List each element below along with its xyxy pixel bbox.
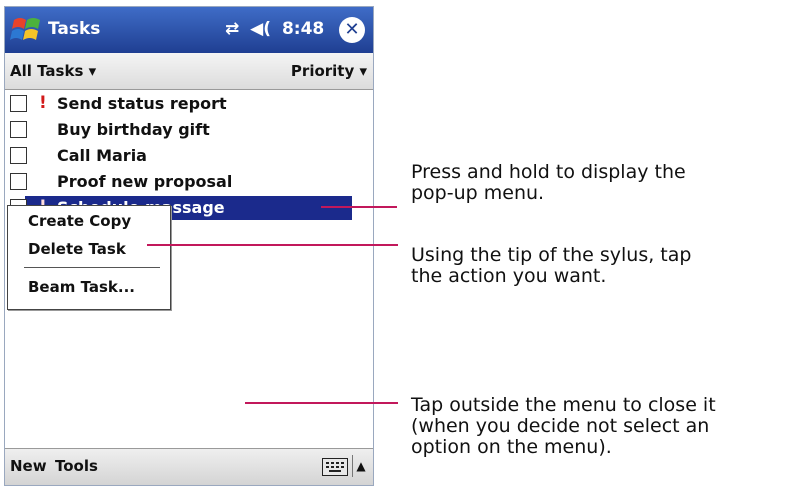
task-row[interactable]: ! Send status report — [5, 91, 373, 117]
popup-menu: Create Copy Delete Task Beam Task... — [7, 205, 171, 310]
menu-item-delete-task[interactable]: Delete Task — [28, 240, 126, 258]
task-checkbox[interactable] — [10, 173, 27, 190]
keyboard-icon[interactable] — [322, 458, 348, 476]
tools-menu[interactable]: Tools — [55, 457, 98, 475]
callout-press-hold: Press and hold to display the pop-up men… — [411, 161, 686, 204]
pocket-pc-screen: Tasks ⇄ ◀( 8:48 ✕ All Tasks ▾ Priority ▾… — [4, 6, 374, 486]
task-label[interactable]: Call Maria — [57, 146, 147, 165]
task-label[interactable]: Buy birthday gift — [57, 120, 210, 139]
task-label[interactable]: Proof new proposal — [57, 172, 232, 191]
menu-separator — [24, 267, 160, 268]
task-label[interactable]: Send status report — [57, 94, 227, 113]
menu-item-create-copy[interactable]: Create Copy — [28, 212, 131, 230]
task-checkbox[interactable] — [10, 121, 27, 138]
status-area: ⇄ ◀( 8:48 — [225, 19, 329, 39]
task-checkbox[interactable] — [10, 95, 27, 112]
callout-line-press-hold — [321, 206, 397, 208]
task-row[interactable]: Call Maria — [5, 143, 373, 169]
new-menu[interactable]: New — [10, 457, 47, 475]
input-panel-arrow-icon[interactable]: ▲ — [352, 455, 369, 477]
speaker-icon[interactable]: ◀( — [250, 19, 271, 39]
windows-start-icon[interactable] — [10, 14, 44, 46]
filter-bar: All Tasks ▾ Priority ▾ — [5, 53, 373, 90]
task-row[interactable]: Buy birthday gift — [5, 117, 373, 143]
title-bar: Tasks ⇄ ◀( 8:48 ✕ — [5, 7, 373, 53]
menu-item-beam-task[interactable]: Beam Task... — [28, 278, 135, 296]
priority-icon: ! — [39, 93, 47, 113]
task-row[interactable]: Proof new proposal — [5, 169, 373, 195]
callout-line-tap-action — [147, 244, 398, 246]
sort-dropdown[interactable]: Priority ▾ — [291, 62, 367, 80]
task-list: ! Send status report Buy birthday gift C… — [5, 91, 373, 221]
connectivity-icon[interactable]: ⇄ — [225, 19, 239, 39]
clock[interactable]: 8:48 — [282, 19, 324, 39]
category-dropdown[interactable]: All Tasks ▾ — [10, 62, 96, 80]
callout-line-tap-outside — [245, 402, 398, 404]
close-icon[interactable]: ✕ — [339, 17, 365, 43]
command-bar: New Tools ▲ — [5, 448, 373, 485]
task-checkbox[interactable] — [10, 147, 27, 164]
callout-tap-action: Using the tip of the sylus, tap the acti… — [411, 244, 692, 287]
callout-tap-outside: Tap outside the menu to close it (when y… — [411, 394, 716, 458]
app-title: Tasks — [48, 19, 101, 39]
